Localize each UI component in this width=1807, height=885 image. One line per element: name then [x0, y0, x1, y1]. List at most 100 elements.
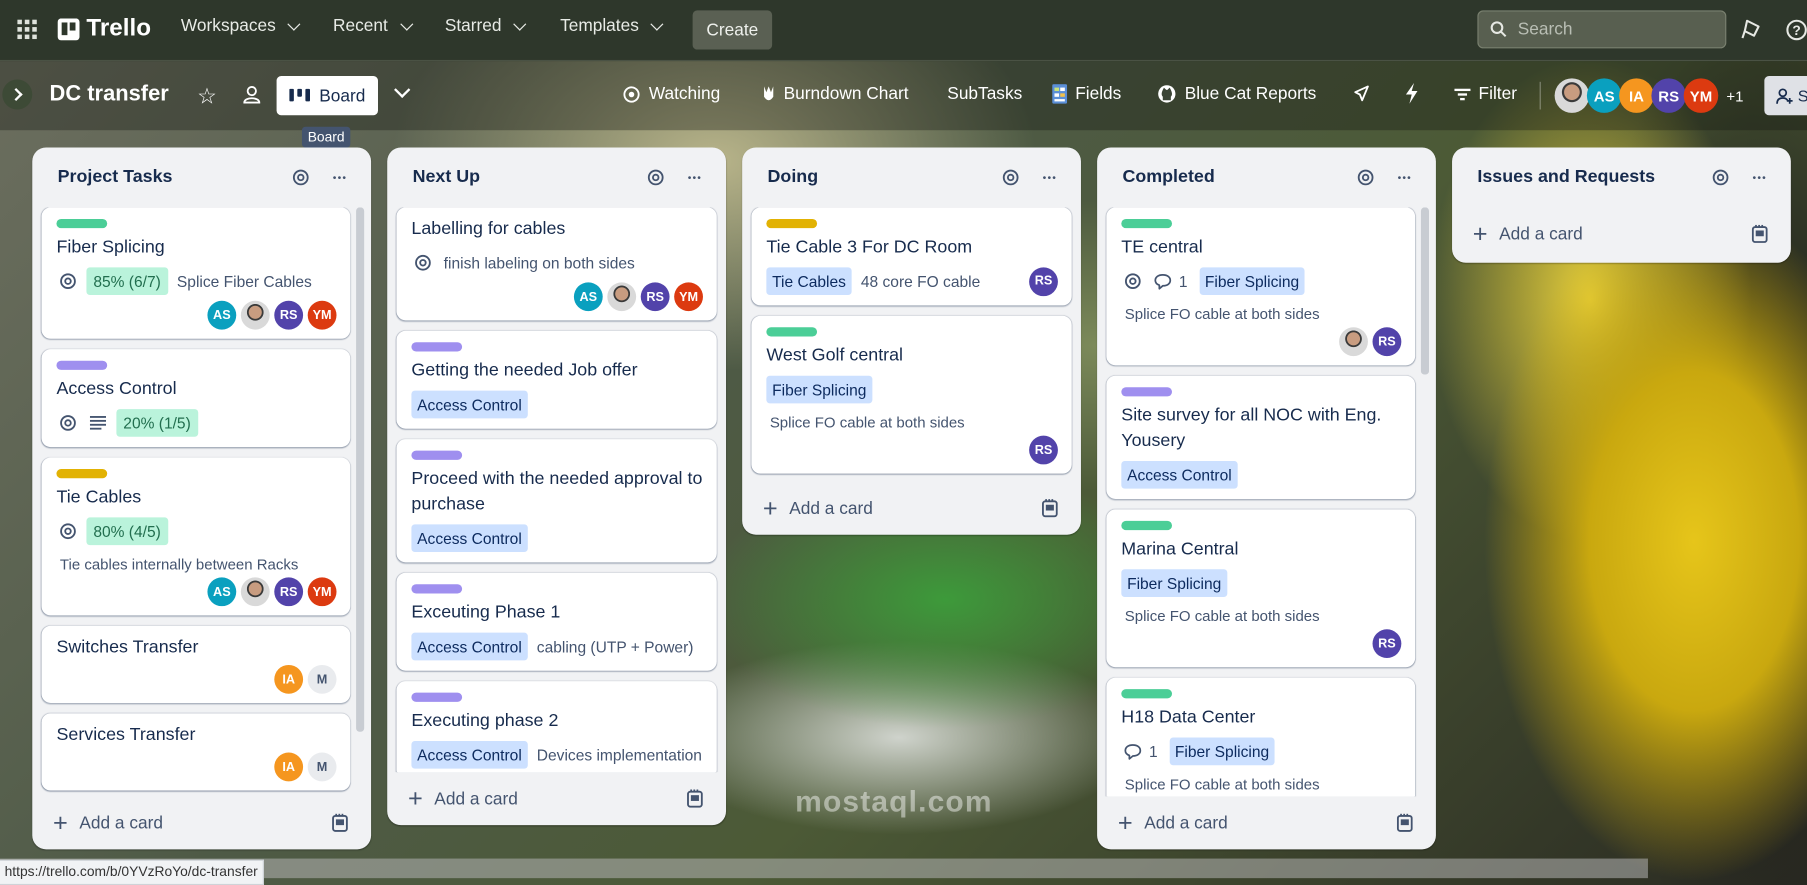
list-menu-icon[interactable]: •••: [325, 162, 355, 192]
list-menu-icon[interactable]: •••: [1035, 162, 1065, 192]
list-title[interactable]: Project Tasks: [58, 167, 286, 188]
workspaces-menu[interactable]: Workspaces: [181, 16, 301, 36]
card-template-icon[interactable]: [325, 808, 355, 838]
card-label-green[interactable]: [1121, 218, 1173, 229]
board-title[interactable]: DC transfer: [50, 82, 169, 107]
recent-menu[interactable]: Recent: [333, 16, 413, 36]
watch-list-icon[interactable]: [641, 162, 671, 192]
sidebar-expand-button[interactable]: [2, 79, 33, 110]
list-title[interactable]: Completed: [1122, 167, 1350, 188]
list-menu-icon[interactable]: •••: [680, 162, 710, 192]
templates-menu[interactable]: Templates: [560, 16, 664, 36]
starred-menu[interactable]: Starred: [445, 16, 527, 36]
card[interactable]: Getting the needed Job offer Access Contr…: [396, 330, 717, 429]
card[interactable]: Tie Cable 3 For DC Room Tie Cables 48 core…: [751, 207, 1072, 306]
card-label-purple[interactable]: [411, 342, 463, 352]
member-avatar-photo[interactable]: [240, 300, 270, 330]
fields-button[interactable]: Fields: [1052, 84, 1121, 104]
member-avatar[interactable]: IA: [274, 752, 304, 782]
member-avatar[interactable]: YM: [674, 282, 703, 312]
card[interactable]: H18 Data Center 1 Fiber Splicing Splice FO …: [1106, 677, 1416, 797]
watch-list-icon[interactable]: [1706, 162, 1736, 192]
list-menu-icon[interactable]: •••: [1390, 162, 1420, 192]
member-avatar[interactable]: RS: [640, 282, 670, 312]
add-card-button[interactable]: + Add a card: [742, 482, 1081, 535]
card[interactable]: Proceed with the needed approval to purc…: [396, 439, 717, 563]
member-avatar[interactable]: AS: [573, 282, 603, 312]
subtasks-button[interactable]: SubTasks: [947, 84, 1022, 104]
notifications-icon[interactable]: [1740, 17, 1763, 45]
card-template-icon[interactable]: [680, 784, 710, 814]
card[interactable]: Labelling for cables finish labeling on b…: [396, 207, 717, 321]
card-label-purple[interactable]: [1121, 387, 1173, 397]
list-title[interactable]: Next Up: [413, 167, 641, 188]
card[interactable]: Marina Central Fiber Splicing Splice FO ca…: [1106, 509, 1416, 668]
watch-list-icon[interactable]: [286, 162, 316, 192]
card-label-yellow[interactable]: [56, 469, 108, 479]
board-members[interactable]: AS IA RS YM: [1554, 78, 1719, 113]
add-card-button[interactable]: + Add a card: [387, 772, 726, 825]
burndown-chart-button[interactable]: Burndown Chart: [762, 84, 909, 104]
member-avatar[interactable]: RS: [274, 300, 304, 330]
card[interactable]: Access Control 20% (1/5): [41, 349, 351, 448]
extra-members-count[interactable]: +1: [1726, 88, 1743, 105]
card[interactable]: Executing phase 2 Access Control Devices i…: [396, 681, 717, 773]
member-avatar[interactable]: IA: [274, 664, 304, 694]
card[interactable]: Fiber Splicing 85% (6/7) Splice Fiber Cabl…: [41, 207, 351, 339]
member-avatar[interactable]: AS: [207, 300, 237, 330]
member-avatar[interactable]: AS: [207, 577, 237, 607]
member-avatar[interactable]: RS: [274, 577, 304, 607]
list-menu-icon[interactable]: •••: [1745, 162, 1775, 192]
card-label-purple[interactable]: [411, 450, 463, 460]
card-label-yellow[interactable]: [766, 218, 818, 229]
member-avatar[interactable]: M: [307, 664, 337, 694]
card-label-green[interactable]: [56, 218, 108, 229]
list-scrollbar[interactable]: [356, 207, 365, 732]
card[interactable]: TE central 1 Fiber Splicing Splice FO cable…: [1106, 207, 1416, 366]
card-label-purple[interactable]: [411, 692, 463, 702]
member-avatar[interactable]: M: [307, 752, 337, 782]
card-label-purple[interactable]: [411, 584, 463, 594]
card-label-green[interactable]: [1121, 689, 1173, 699]
member-avatar-photo[interactable]: [607, 282, 637, 312]
card[interactable]: Switches Transfer IA M: [41, 625, 351, 703]
list-scrollbar[interactable]: [1420, 207, 1430, 375]
create-button[interactable]: Create: [692, 10, 773, 50]
list-title[interactable]: Issues and Requests: [1477, 167, 1705, 188]
board-view-button[interactable]: Board: [276, 76, 378, 116]
automation-bolt-icon[interactable]: [1405, 82, 1419, 108]
view-switcher-chevron-icon[interactable]: [394, 81, 411, 99]
card-template-icon[interactable]: [1390, 808, 1420, 838]
app-switcher-icon[interactable]: [17, 19, 37, 44]
member-avatar[interactable]: YM: [1683, 78, 1719, 113]
member-avatar[interactable]: RS: [1372, 327, 1402, 357]
card[interactable]: Tie Cables 80% (4/5) Tie cables internally…: [41, 457, 351, 616]
card[interactable]: Services Transfer IA M: [41, 713, 351, 791]
search-input[interactable]: Search: [1477, 10, 1727, 49]
share-button[interactable]: S: [1764, 76, 1807, 116]
add-card-button[interactable]: + Add a card: [32, 796, 371, 849]
card-label-green[interactable]: [766, 327, 818, 337]
card[interactable]: Site survey for all NOC with Eng. Youser…: [1106, 375, 1416, 499]
star-icon[interactable]: ☆: [197, 84, 217, 111]
member-avatar[interactable]: RS: [1029, 435, 1058, 465]
card-label-green[interactable]: [1121, 520, 1173, 531]
card[interactable]: West Golf central Fiber Splicing Splice FO…: [751, 315, 1072, 474]
card[interactable]: Exceuting Phase 1 Access Control cabling (…: [396, 572, 717, 671]
workspace-visibility-icon[interactable]: [242, 84, 262, 109]
list-title[interactable]: Doing: [768, 167, 996, 188]
member-avatar-photo[interactable]: [1554, 78, 1590, 113]
member-avatar-photo[interactable]: [1339, 327, 1368, 357]
member-avatar[interactable]: YM: [307, 300, 337, 330]
member-avatar-photo[interactable]: [240, 577, 270, 607]
member-avatar[interactable]: YM: [307, 577, 337, 607]
help-icon[interactable]: ?: [1785, 18, 1807, 46]
add-card-button[interactable]: + Add a card: [1097, 796, 1436, 849]
watching-button[interactable]: Watching: [622, 84, 720, 104]
trello-logo[interactable]: Trello: [57, 15, 151, 43]
member-avatar[interactable]: IA: [1619, 78, 1654, 113]
member-avatar[interactable]: AS: [1586, 78, 1622, 113]
member-avatar[interactable]: RS: [1029, 266, 1058, 296]
watch-list-icon[interactable]: [1351, 162, 1381, 192]
member-avatar[interactable]: RS: [1651, 78, 1686, 113]
